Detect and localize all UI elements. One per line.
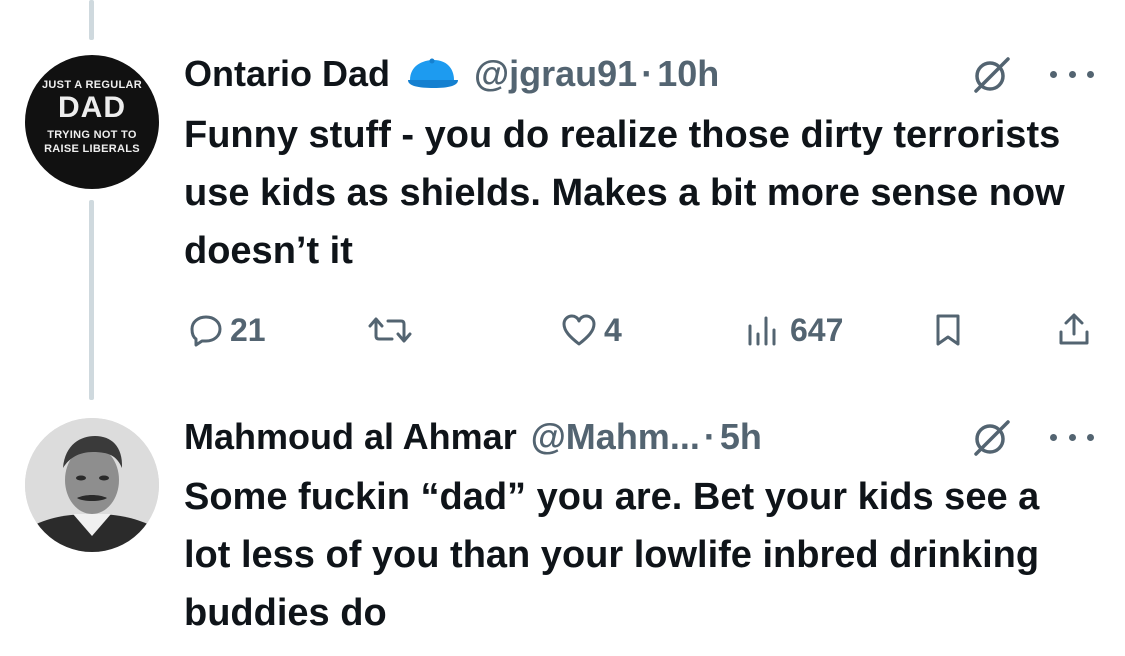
separator-dot: · <box>641 53 654 94</box>
author-name[interactable]: Ontario Dad <box>184 53 390 95</box>
author-name[interactable]: Mahmoud al Ahmar <box>184 416 517 458</box>
more-options-icon[interactable] <box>1050 427 1094 447</box>
share-icon <box>1056 312 1092 348</box>
like-button[interactable]: 4 <box>560 305 622 355</box>
tweet-1-header: Ontario Dad @jgrau91 · 10h <box>184 52 719 96</box>
reply-count: 21 <box>230 311 266 348</box>
tweet-text: Funny stuff - you do realize those dirty… <box>184 114 1065 272</box>
more-options-icon[interactable] <box>1050 64 1094 84</box>
blue-cap-icon <box>404 56 460 92</box>
avatar-text-line2: DAD <box>58 91 126 124</box>
tweet-text: Some fuckin “dad” you are. Bet your kids… <box>184 476 1040 634</box>
portrait-photo <box>25 418 159 552</box>
retweet-button[interactable] <box>368 305 418 355</box>
avatar-text-line4: RAISE LIBERALS <box>44 143 140 155</box>
heart-icon <box>560 312 598 348</box>
thread-line-connector <box>89 200 94 400</box>
tweet-actions: 21 4 647 <box>184 305 1094 355</box>
tweet-time[interactable]: 5h <box>720 416 762 458</box>
views-button[interactable]: 647 <box>744 305 843 355</box>
views-count: 647 <box>790 311 844 348</box>
avatar-shirt-text: JUST A REGULAR DAD TRYING NOT TO RAISE L… <box>25 55 159 189</box>
grok-icon[interactable] <box>972 418 1012 458</box>
bookmark-button[interactable] <box>932 305 964 355</box>
avatar-mahmoud[interactable] <box>25 418 159 552</box>
separator-dot: · <box>703 416 716 457</box>
thread-line-top <box>89 0 94 40</box>
author-handle[interactable]: @Mahm... <box>531 416 700 458</box>
reply-icon <box>188 312 224 348</box>
share-button[interactable] <box>1056 305 1092 355</box>
reply-button[interactable]: 21 <box>188 305 266 355</box>
grok-icon[interactable] <box>972 55 1012 95</box>
author-handle[interactable]: @jgrau91 <box>474 53 637 95</box>
analytics-icon <box>744 312 784 348</box>
retweet-icon <box>368 312 412 348</box>
tweet-2-header: Mahmoud al Ahmar @Mahm... · 5h <box>184 415 762 459</box>
avatar-ontario-dad[interactable]: JUST A REGULAR DAD TRYING NOT TO RAISE L… <box>25 55 159 189</box>
tweet-time[interactable]: 10h <box>657 53 719 95</box>
bookmark-icon <box>932 312 964 348</box>
avatar-text-line1: JUST A REGULAR <box>42 79 142 91</box>
like-count: 4 <box>604 311 622 348</box>
avatar-text-line3: TRYING NOT TO <box>47 129 137 141</box>
